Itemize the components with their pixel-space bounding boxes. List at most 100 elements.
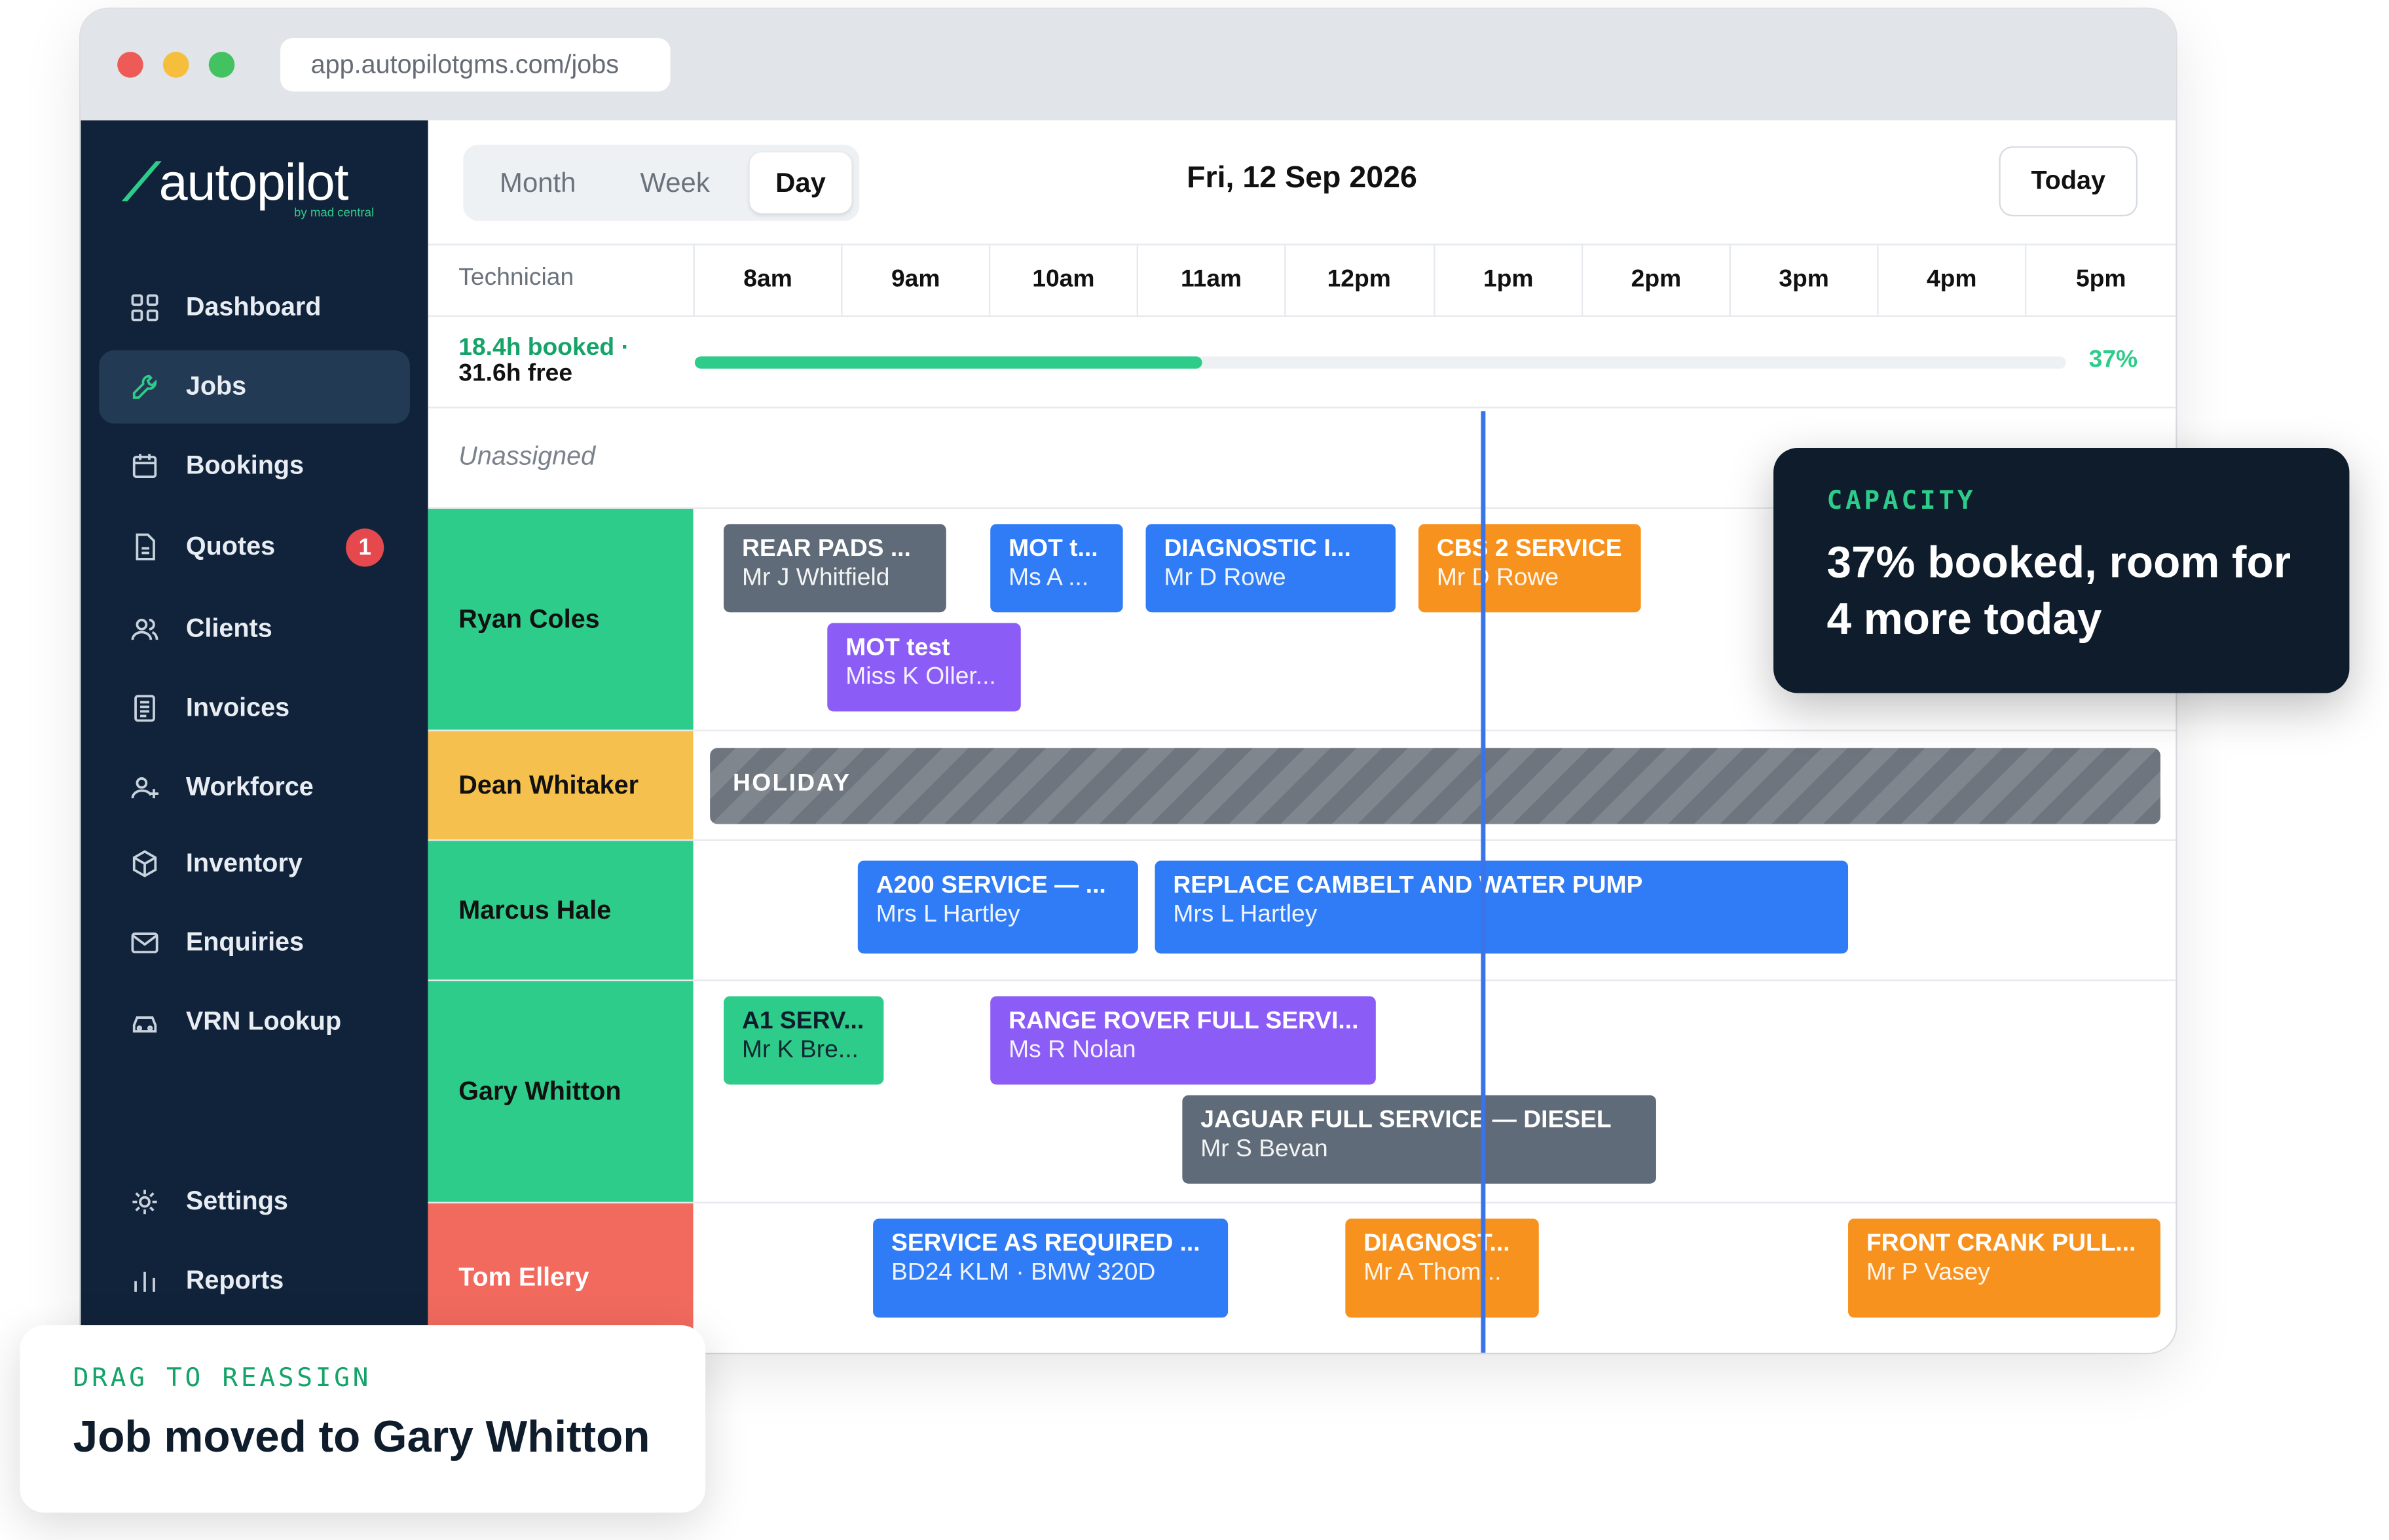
sidebar-item-label: Quotes xyxy=(185,531,276,561)
job-card[interactable]: MOT t... Ms A ... xyxy=(990,524,1123,613)
hour-header: 5pm xyxy=(2024,245,2176,316)
job-customer: Mr D Rowe xyxy=(1436,565,1559,591)
technician-row-dean-whitaker: Dean Whitaker HOLIDAY xyxy=(428,731,2176,841)
toast-kicker: DRAG TO REASSIGN xyxy=(73,1363,372,1394)
schedule-header: Technician 8am 9am 10am 11am 12pm 1pm 2p… xyxy=(428,244,2176,317)
sidebar-item-bookings[interactable]: Bookings xyxy=(99,430,410,503)
sidebar-item-label: Jobs xyxy=(185,371,247,401)
hour-header: 2pm xyxy=(1581,245,1730,316)
job-title: FRONT CRANK PULL... xyxy=(1866,1230,2136,1257)
job-card[interactable]: DIAGNOSTIC I... Mr D Rowe xyxy=(1145,524,1396,613)
capacity-progress-bar xyxy=(694,356,2066,369)
gear-icon xyxy=(130,1186,160,1217)
sidebar-item-label: Inventory xyxy=(185,848,303,878)
job-card[interactable]: MOT test Miss K Oller... xyxy=(827,623,1021,712)
job-card[interactable]: JAGUAR FULL SERVICE — DIESEL Mr S Bevan xyxy=(1182,1095,1656,1184)
job-card[interactable]: CBS 2 SERVICE Mr D Rowe xyxy=(1418,524,1641,613)
job-customer: Mr J Whitfield xyxy=(742,565,890,591)
job-vehicle: BD24 KLM · BMW 320D xyxy=(891,1260,1156,1286)
hours-free: 31.6h free xyxy=(458,361,573,387)
job-card[interactable]: FRONT CRANK PULL... Mr P Vasey xyxy=(1848,1219,2160,1318)
sidebar-item-label: VRN Lookup xyxy=(185,1006,342,1036)
hours-booked: 18.4h booked · xyxy=(458,335,629,361)
main-panel: Month Week Day Fri, 12 Sep 2026 Today Te… xyxy=(428,120,2176,1353)
hour-header: 1pm xyxy=(1434,245,1582,316)
holiday-block[interactable]: HOLIDAY xyxy=(710,748,2160,824)
hour-header: 3pm xyxy=(1729,245,1878,316)
job-customer: Mr S Bevan xyxy=(1200,1136,1328,1163)
address-bar[interactable]: app.autopilotgms.com/jobs xyxy=(280,38,671,92)
hour-header: 11am xyxy=(1136,245,1285,316)
calendar-icon xyxy=(130,451,160,482)
technician-row-marcus-hale: Marcus Hale A200 SERVICE — ... Mrs L Har… xyxy=(428,841,2176,981)
callout-kicker: CAPACITY xyxy=(1826,486,1976,517)
hour-header: 4pm xyxy=(1877,245,2025,316)
app-logo[interactable]: ⟋autopilot xyxy=(123,154,348,213)
sidebar-item-label: Settings xyxy=(185,1186,288,1216)
sidebar-item-inventory[interactable]: Inventory xyxy=(99,827,410,900)
job-customer: Mrs L Hartley xyxy=(876,902,1020,928)
job-title: SERVICE AS REQUIRED ... xyxy=(891,1230,1200,1257)
technician-name: Marcus Hale xyxy=(428,841,694,980)
job-title: MOT t... xyxy=(1009,536,1098,562)
sidebar-item-clients[interactable]: Clients xyxy=(99,593,410,666)
job-title: DIAGNOST... xyxy=(1363,1230,1510,1257)
holiday-label: HOLIDAY xyxy=(733,771,851,797)
browser-titlebar: app.autopilotgms.com/jobs xyxy=(81,9,2176,120)
job-card[interactable]: REPLACE CAMBELT AND WATER PUMP Mrs L Har… xyxy=(1155,860,1849,954)
mail-icon xyxy=(130,928,160,959)
callout-message: 37% booked, room for 4 more today xyxy=(1826,539,2291,645)
job-customer: Ms A ... xyxy=(1009,565,1089,591)
sidebar-item-settings[interactable]: Settings xyxy=(99,1165,410,1239)
sidebar-item-jobs[interactable]: Jobs xyxy=(99,350,410,424)
document-icon xyxy=(130,532,160,562)
capacity-callout: CAPACITY 37% booked, room for 4 more tod… xyxy=(1773,447,2350,693)
job-card[interactable]: SERVICE AS REQUIRED ... BD24 KLM · BMW 3… xyxy=(873,1219,1229,1318)
minimize-window-button[interactable] xyxy=(162,52,189,78)
sidebar-item-dashboard[interactable]: Dashboard xyxy=(99,271,410,344)
sidebar-item-reports[interactable]: Reports xyxy=(99,1245,410,1318)
sidebar-item-label: Reports xyxy=(185,1266,284,1295)
maximize-window-button[interactable] xyxy=(208,52,235,78)
capacity-row: 18.4h booked · 31.6h free 37% xyxy=(428,317,2176,409)
job-card[interactable]: A1 SERV... Mr K Bre... xyxy=(724,996,884,1085)
job-title: REPLACE CAMBELT AND WATER PUMP xyxy=(1173,873,1643,899)
sidebar-item-quotes[interactable]: Quotes 1 xyxy=(99,510,410,583)
job-title: RANGE ROVER FULL SERVI... xyxy=(1009,1008,1359,1035)
sidebar: ⟋autopilot by mad central Dashboard Jobs… xyxy=(81,120,428,1353)
sidebar-item-invoices[interactable]: Invoices xyxy=(99,672,410,745)
capacity-progress-fill xyxy=(694,356,1202,369)
sidebar-item-vrn-lookup[interactable]: VRN Lookup xyxy=(99,985,410,1059)
grid-icon xyxy=(130,293,160,323)
technician-name: Ryan Coles xyxy=(428,509,694,730)
capacity-percent: 37% xyxy=(2088,347,2138,373)
job-card[interactable]: DIAGNOST... Mr A Thom... xyxy=(1345,1219,1539,1318)
sidebar-item-workforce[interactable]: Workforce xyxy=(99,751,410,824)
sidebar-item-label: Invoices xyxy=(185,693,290,722)
job-customer: Mr A Thom... xyxy=(1363,1260,1502,1286)
sidebar-item-enquiries[interactable]: Enquiries xyxy=(99,906,410,980)
capacity-summary: 18.4h booked · 31.6h free xyxy=(458,335,629,387)
job-title: MOT test xyxy=(845,635,950,661)
current-date: Fri, 12 Sep 2026 xyxy=(1187,161,1417,195)
logo-mark-icon: ⟋ xyxy=(123,153,159,212)
sidebar-item-label: Workforce xyxy=(185,772,314,801)
job-title: JAGUAR FULL SERVICE — DIESEL xyxy=(1200,1107,1612,1133)
close-window-button[interactable] xyxy=(117,52,143,78)
unassigned-label: Unassigned xyxy=(458,441,596,471)
bar-chart-icon xyxy=(130,1266,160,1296)
hour-header: 9am xyxy=(841,245,989,316)
sidebar-item-label: Clients xyxy=(185,614,272,643)
hour-header: 10am xyxy=(988,245,1137,316)
job-customer: Mr P Vasey xyxy=(1866,1260,1990,1286)
reassign-toast: DRAG TO REASSIGN Job moved to Gary Whitt… xyxy=(20,1325,706,1513)
box-icon xyxy=(130,849,160,879)
job-card[interactable]: REAR PADS ... Mr J Whitfield xyxy=(724,524,946,613)
sidebar-item-label: Enquiries xyxy=(185,927,305,957)
job-card[interactable]: A200 SERVICE — ... Mrs L Hartley xyxy=(857,860,1138,954)
brand-tagline: by mad central xyxy=(294,206,375,220)
job-card[interactable]: RANGE ROVER FULL SERVI... Ms R Nolan xyxy=(990,996,1376,1085)
today-button[interactable]: Today xyxy=(1999,146,2138,217)
job-customer: Miss K Oller... xyxy=(845,664,996,690)
job-title: CBS 2 SERVICE xyxy=(1436,536,1622,562)
